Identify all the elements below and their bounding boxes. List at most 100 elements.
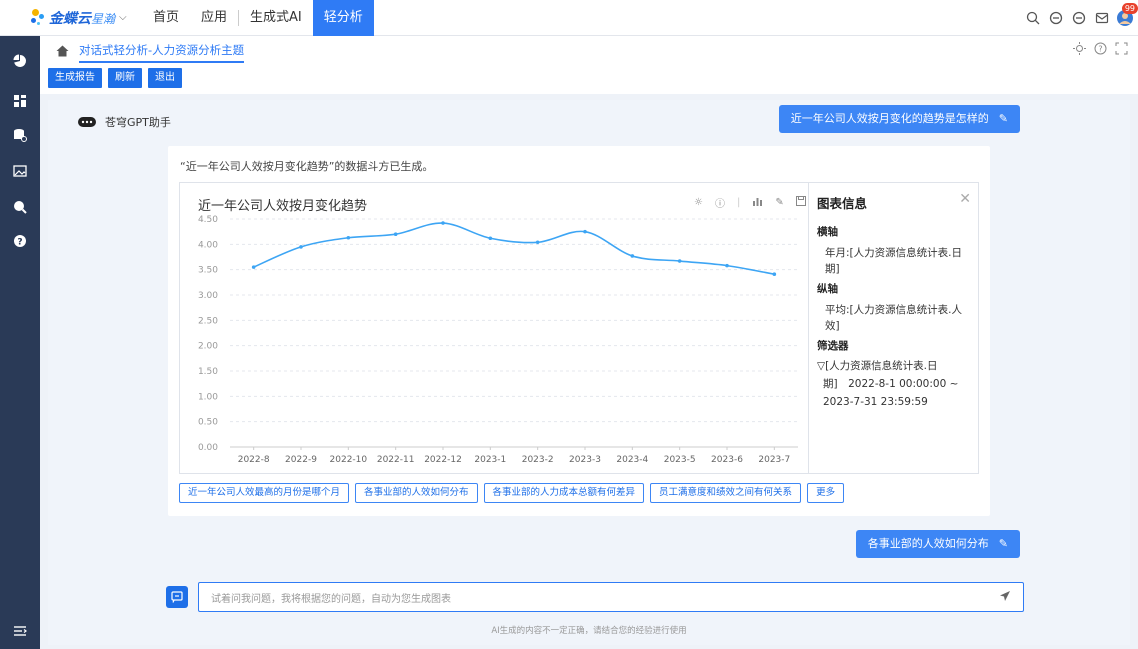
app-logo[interactable]: 金蝶云星瀚 ⌵ xyxy=(30,8,130,28)
data-point xyxy=(393,232,398,236)
nav-item-gen-ai[interactable]: 生成式AI xyxy=(239,0,313,36)
assistant-name: 苍穹GPT助手 xyxy=(105,116,171,129)
chart-panel: 近一年公司人效按月变化趋势 ☼ ⓘ | ✎ 0.00 0.50 1.00 1.50 2.… xyxy=(179,182,979,474)
reply-message: “近一年公司人效按月变化趋势”的数据斗方已生成。 xyxy=(180,160,434,173)
assistant-avatar-icon xyxy=(78,117,96,127)
x-tick-label: 2023-6 xyxy=(711,455,743,465)
pie-chart-icon[interactable] xyxy=(11,52,29,70)
info-icon[interactable]: ⓘ xyxy=(715,195,725,210)
nav-item-light-analysis[interactable]: 轻分析 xyxy=(312,0,374,36)
x-tick-label: 2023-5 xyxy=(664,455,696,465)
y-tick-label: 4.50 xyxy=(198,215,218,225)
exit-button[interactable]: 退出 xyxy=(148,68,182,88)
refresh-button[interactable]: 刷新 xyxy=(108,68,142,88)
image-icon[interactable] xyxy=(11,162,29,180)
help-circle-icon[interactable]: ? xyxy=(1094,42,1107,58)
chat-input[interactable]: 试着问我问题，我将根据您的问题，自动为您生成图表 xyxy=(198,582,1024,612)
user-avatar[interactable]: 99 xyxy=(1115,3,1138,28)
user-question-bubble[interactable]: 近一年公司人效按月变化的趋势是怎样的 ✎ xyxy=(778,105,1020,133)
dashboard-icon[interactable] xyxy=(11,92,29,110)
data-point xyxy=(299,245,303,249)
breadcrumb: 对话式轻分析-人力资源分析主题 xyxy=(56,42,245,63)
home-icon[interactable] xyxy=(56,45,69,60)
fullscreen-icon[interactable] xyxy=(1115,42,1128,58)
data-point xyxy=(535,240,540,245)
x-tick-label: 2023-7 xyxy=(758,455,790,465)
assistant-header: 苍穹GPT助手 xyxy=(78,114,171,130)
edit-icon[interactable]: ✎ xyxy=(999,537,1008,550)
toolbar: 生成报告 刷新 退出 xyxy=(48,68,182,88)
chevron-down-icon[interactable]: ⌵ xyxy=(119,12,127,23)
x-tick-label: 2023-4 xyxy=(616,455,648,465)
logo-mark-icon xyxy=(30,8,46,27)
y-axis-value: 平均:[人力资源信息统计表.人效] xyxy=(825,304,962,332)
minus-circle-icon[interactable] xyxy=(1046,8,1066,28)
chart-info-panel: 图表信息 ✕ 横轴 年月:[人力资源信息统计表.日期] 纵轴 平均:[人力资源信… xyxy=(808,183,979,473)
save-icon[interactable] xyxy=(795,196,806,209)
y-tick-label: 0.00 xyxy=(198,443,218,453)
logo-text: 金蝶云星瀚 xyxy=(49,10,116,27)
nav-item-apps[interactable]: 应用 xyxy=(190,0,238,36)
generate-report-button[interactable]: 生成报告 xyxy=(48,68,102,88)
y-tick-label: 2.50 xyxy=(198,316,218,326)
suggestion-chip[interactable]: 员工满意度和绩效之间有何关系 xyxy=(650,483,802,503)
data-point xyxy=(441,221,445,225)
nav-item-home[interactable]: 首页 xyxy=(142,0,190,36)
user-question-bubble-2[interactable]: 各事业部的人效如何分布 ✎ xyxy=(855,530,1020,558)
filter-line-3: 2023-7-31 23:59:59 xyxy=(823,396,928,408)
insight-icon[interactable]: ☼ xyxy=(694,197,703,208)
more-suggestions-button[interactable]: 更多 xyxy=(807,483,845,503)
send-icon[interactable] xyxy=(999,590,1011,605)
y-tick-label: 4.00 xyxy=(198,240,218,250)
data-point xyxy=(630,254,635,258)
lightbulb-icon[interactable] xyxy=(1073,42,1086,58)
x-axis-value: 年月:[人力资源信息统计表.日期] xyxy=(825,247,962,275)
x-tick-label: 2023-2 xyxy=(522,455,554,465)
new-chat-icon[interactable] xyxy=(166,586,188,608)
collapse-menu-icon[interactable] xyxy=(11,622,29,640)
y-tick-label: 0.50 xyxy=(198,418,218,428)
user-question-text: 近一年公司人效按月变化的趋势是怎样的 xyxy=(790,112,989,125)
y-axis-heading: 纵轴 xyxy=(817,283,838,295)
y-tick-label: 3.50 xyxy=(198,266,218,276)
left-sidebar: ? xyxy=(0,36,40,649)
suggestion-chip[interactable]: 近一年公司人效最高的月份是哪个月 xyxy=(179,483,350,503)
y-tick-label: 2.00 xyxy=(198,342,218,352)
data-point xyxy=(346,235,351,240)
data-point xyxy=(583,229,587,234)
data-point xyxy=(488,236,493,241)
svg-text:?: ? xyxy=(17,238,22,248)
database-settings-icon[interactable] xyxy=(11,126,29,144)
ai-disclaimer: AI生成的内容不一定正确，请结合您的经验进行使用 xyxy=(491,626,687,636)
suggestion-chip[interactable]: 各事业部的人力成本总额有何差异 xyxy=(483,483,645,503)
search-analysis-icon[interactable] xyxy=(11,198,29,216)
edit-chart-icon[interactable]: ✎ xyxy=(775,197,783,208)
x-tick-label: 2022-8 xyxy=(238,455,270,465)
data-point xyxy=(677,259,682,263)
line-chart: 0.00 0.50 1.00 1.50 2.00 2.50 3.00 3.50 4.00 4.50… xyxy=(198,215,798,465)
top-right-icons: 99 xyxy=(1023,0,1138,36)
main-nav: 首页 应用 生成式AI 轻分析 xyxy=(142,0,374,36)
top-navbar: 金蝶云星瀚 ⌵ 首页 应用 生成式AI 轻分析 99 xyxy=(0,0,1138,36)
x-tick-label: 2022-10 xyxy=(330,455,368,465)
search-icon[interactable] xyxy=(1023,8,1043,28)
chat-input-bar: 试着问我问题，我将根据您的问题，自动为您生成图表 xyxy=(166,582,1024,612)
chart-info-title: 图表信息 xyxy=(817,196,868,211)
answer-card: “近一年公司人效按月变化趋势”的数据斗方已生成。 近一年公司人效按月变化趋势 ☼… xyxy=(168,146,990,516)
edit-icon[interactable]: ✎ xyxy=(999,112,1008,125)
help-icon[interactable]: ? xyxy=(11,232,29,250)
filter-line-1: ▽[人力资源信息统计表.日 xyxy=(817,360,938,372)
page-header: 对话式轻分析-人力资源分析主题 ? 生成报告 刷新 退出 xyxy=(40,36,1138,94)
close-icon[interactable]: ✕ xyxy=(959,191,971,207)
suggestion-chip[interactable]: 各事业部的人效如何分布 xyxy=(355,483,478,503)
filter-heading: 筛选器 xyxy=(817,340,849,352)
chart-toolbar: ☼ ⓘ | ✎ xyxy=(694,195,806,210)
bar-chart-icon[interactable] xyxy=(752,196,763,209)
filter-line-2: 期] 2022-8-1 00:00:00 ~ xyxy=(823,378,959,390)
chat-input-placeholder: 试着问我问题，我将根据您的问题，自动为您生成图表 xyxy=(211,593,451,605)
minus-circle-icon-2[interactable] xyxy=(1069,8,1089,28)
breadcrumb-current-tab[interactable]: 对话式轻分析-人力资源分析主题 xyxy=(79,42,245,63)
notification-badge: 99 xyxy=(1121,3,1138,14)
mail-icon[interactable] xyxy=(1092,8,1112,28)
x-tick-label: 2022-9 xyxy=(285,455,317,465)
